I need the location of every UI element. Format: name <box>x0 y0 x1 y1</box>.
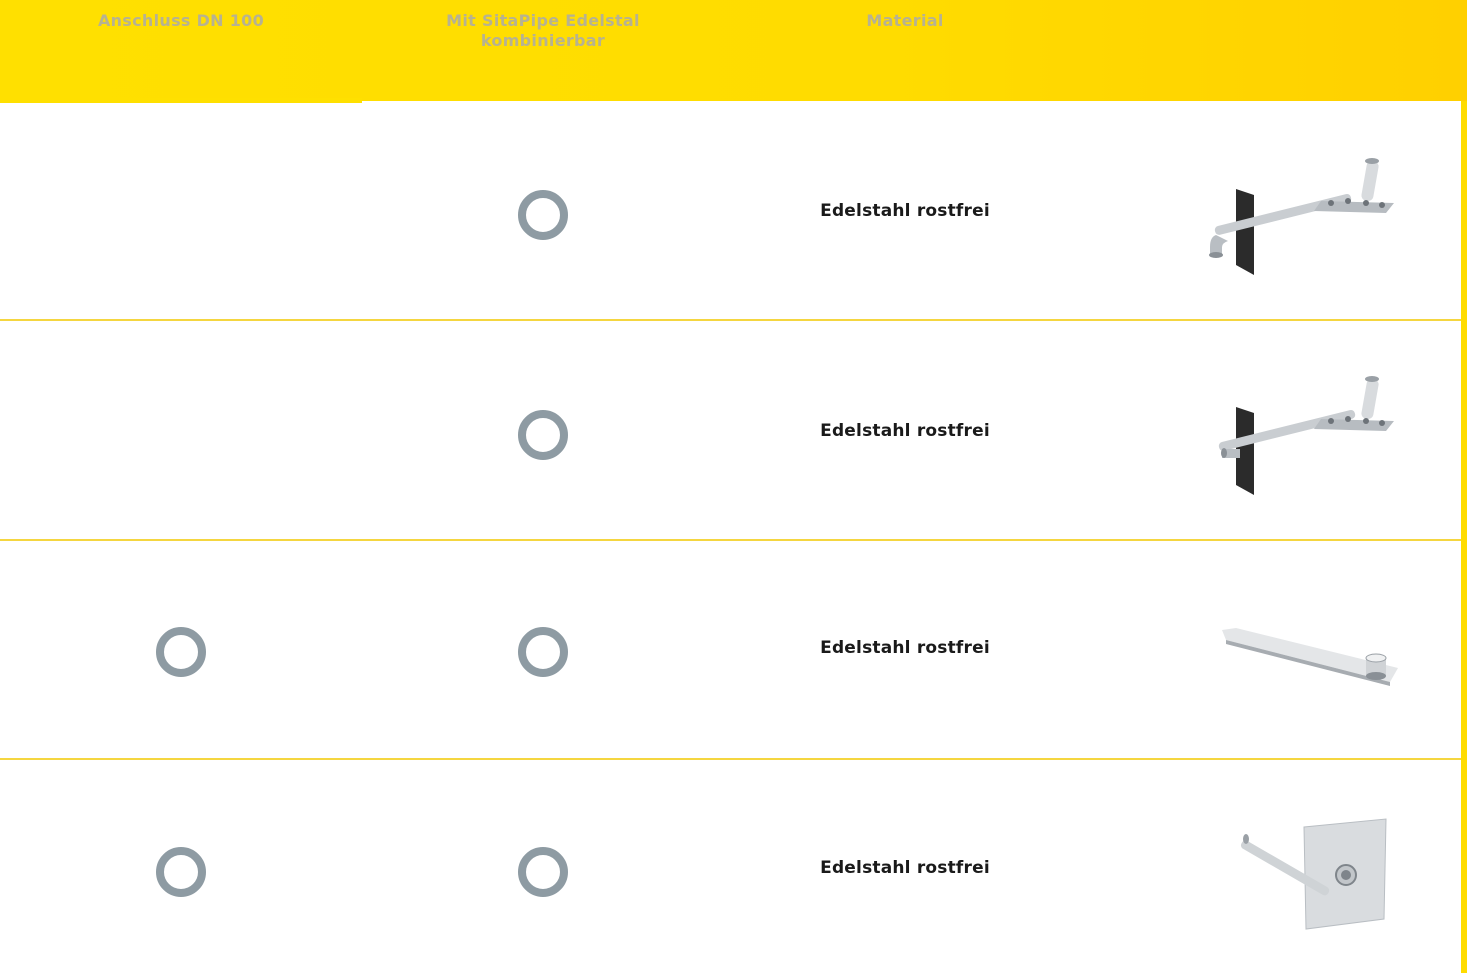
wall-plate-drain-icon <box>1240 818 1387 930</box>
column-header-material: Material <box>866 11 944 30</box>
material-value: Edelstahl rostfrei <box>820 201 990 221</box>
material-value: Edelstahl rostfrei <box>820 858 990 878</box>
column-header-sitapipe: Mit SitaPipe Edelstal kombinierbar <box>446 11 640 50</box>
sitapipe-compatible-icon <box>518 627 568 677</box>
table-right-border <box>1461 101 1467 973</box>
column-header-anschluss: Anschluss DN 100 <box>97 11 265 30</box>
table-row: Edelstahl rostfrei <box>0 759 1461 978</box>
material-value: Edelstahl rostfrei <box>820 421 990 441</box>
table-row: Edelstahl rostfrei <box>0 540 1461 760</box>
table-row: Edelstahl rostfrei <box>0 101 1461 321</box>
sitapipe-compatible-icon <box>518 410 568 460</box>
sitapipe-compatible-icon <box>518 847 568 897</box>
drain-pipe-straight-icon <box>1218 376 1394 495</box>
material-value: Edelstahl rostfrei <box>820 638 990 658</box>
sitapipe-compatible-icon <box>518 190 568 240</box>
dn100-connection-icon <box>156 847 206 897</box>
flat-channel-drain-icon <box>1222 628 1398 686</box>
drain-pipe-bent-icon <box>1209 158 1394 275</box>
dn100-connection-icon <box>156 627 206 677</box>
table-row: Edelstahl rostfrei <box>0 321 1461 541</box>
